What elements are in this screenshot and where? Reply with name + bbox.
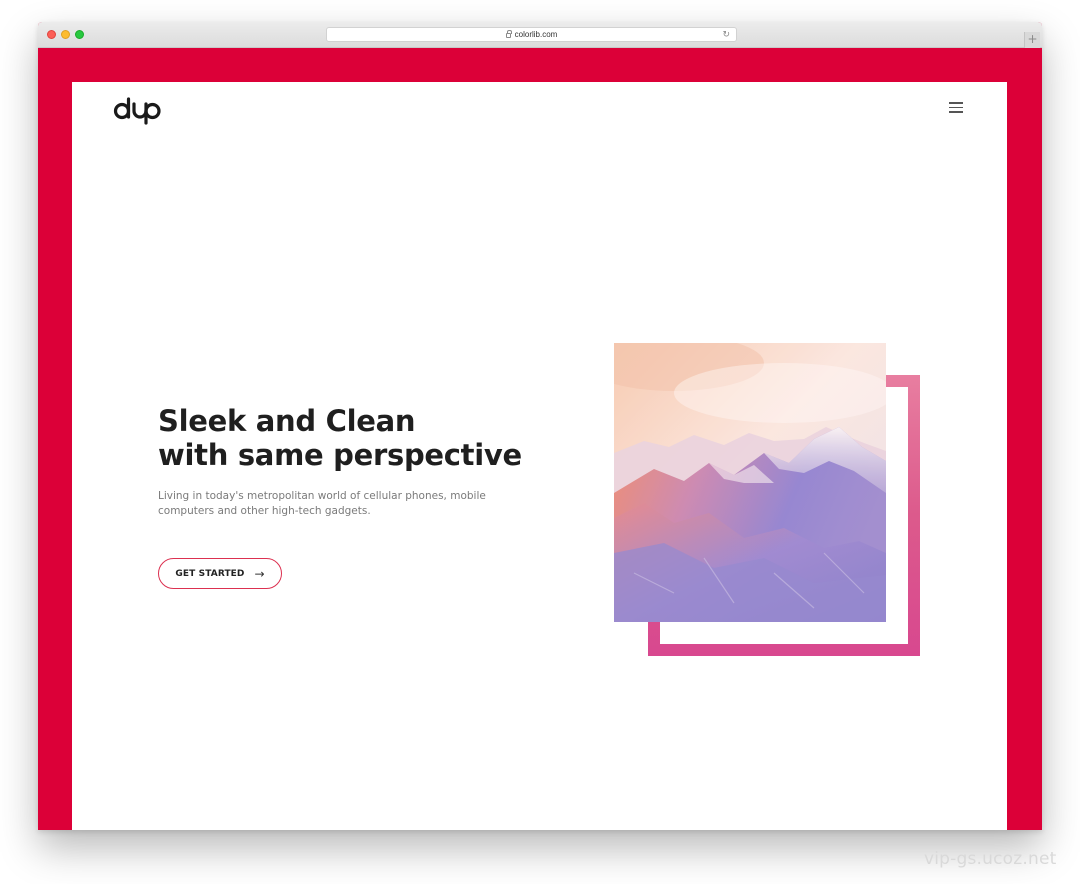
menu-bar [949, 111, 963, 113]
menu-bar [949, 106, 963, 108]
lock-icon [505, 30, 512, 38]
hero-subtitle: Living in today's metropolitan world of … [158, 490, 486, 517]
hero-title: Sleek and Clean with same perspective [158, 404, 578, 472]
browser-window: colorlib.com ↻ + Sleek and Clean with sa… [38, 22, 1042, 830]
web-page: Sleek and Clean with same perspective Li… [72, 82, 1007, 830]
menu-bar [949, 102, 963, 104]
hero-title-line-2: with same perspective [158, 438, 522, 472]
close-window-icon[interactable] [47, 30, 56, 39]
hero-title-line-1: Sleek and Clean [158, 404, 416, 438]
arrow-right-icon: → [254, 566, 265, 581]
new-tab-button[interactable]: + [1024, 32, 1040, 48]
browser-titlebar: colorlib.com ↻ + [38, 22, 1042, 48]
maximize-window-icon[interactable] [75, 30, 84, 39]
address-url: colorlib.com [514, 30, 558, 39]
get-started-label: GET STARTED [175, 568, 245, 579]
screenshot-stage: colorlib.com ↻ + Sleek and Clean with sa… [0, 0, 1080, 884]
mountain-photo [614, 343, 886, 622]
watermark: vip-gs.ucoz.net [924, 849, 1057, 869]
reload-icon[interactable]: ↻ [722, 29, 730, 41]
address-bar[interactable]: colorlib.com ↻ [326, 27, 737, 42]
dup-logo[interactable] [113, 95, 165, 125]
get-started-button[interactable]: GET STARTED → [158, 558, 282, 589]
minimize-window-icon[interactable] [61, 30, 70, 39]
hamburger-menu-icon[interactable] [949, 102, 963, 113]
